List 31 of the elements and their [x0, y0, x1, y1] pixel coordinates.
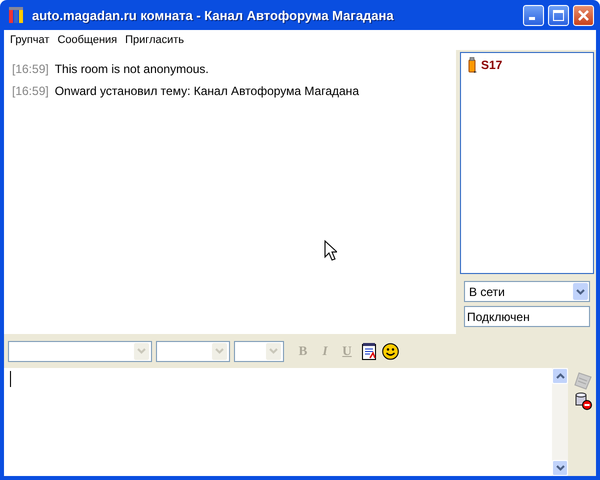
menu-item[interactable]: Групчат — [6, 34, 54, 46]
maximize-icon — [552, 8, 565, 22]
message-text: Onward установил тему: Канал Автофорума Магадана — [54, 84, 359, 98]
message-text: This room is not anonymous. — [54, 62, 209, 76]
chevron-down-icon — [556, 465, 564, 471]
message-time: [16:59] — [12, 84, 49, 98]
message-time: [16:59] — [12, 62, 49, 76]
window-title: auto.magadan.ru комната - Канал Автофорума Магадана — [32, 8, 395, 22]
status-field[interactable]: Подключен — [464, 306, 590, 327]
maximize-button[interactable] — [548, 4, 569, 26]
minimize-button[interactable] — [523, 4, 544, 26]
chevron-down-icon — [215, 348, 224, 354]
notepad-icon[interactable] — [362, 342, 376, 360]
close-button[interactable] — [573, 4, 594, 26]
app-icon — [8, 6, 24, 24]
chevron-down-icon — [137, 348, 146, 354]
participant-name[interactable]: S17 — [481, 58, 502, 72]
chevron-up-icon — [556, 373, 564, 379]
menu-item[interactable]: Сообщения — [53, 34, 122, 46]
smiley-icon[interactable] — [382, 342, 399, 360]
close-icon — [577, 8, 590, 22]
scroll-down-button[interactable] — [552, 460, 568, 476]
cursor-icon — [324, 240, 337, 261]
user-icon — [467, 57, 477, 73]
presence-dropdown[interactable]: В сети — [464, 281, 590, 302]
scroll-up-button[interactable] — [552, 368, 568, 384]
chevron-down-icon — [269, 348, 278, 354]
menu-item[interactable]: Пригласить — [121, 34, 188, 46]
minimize-icon — [529, 16, 536, 20]
blocked-user-icon[interactable] — [574, 392, 592, 410]
chevron-down-icon — [576, 288, 585, 294]
